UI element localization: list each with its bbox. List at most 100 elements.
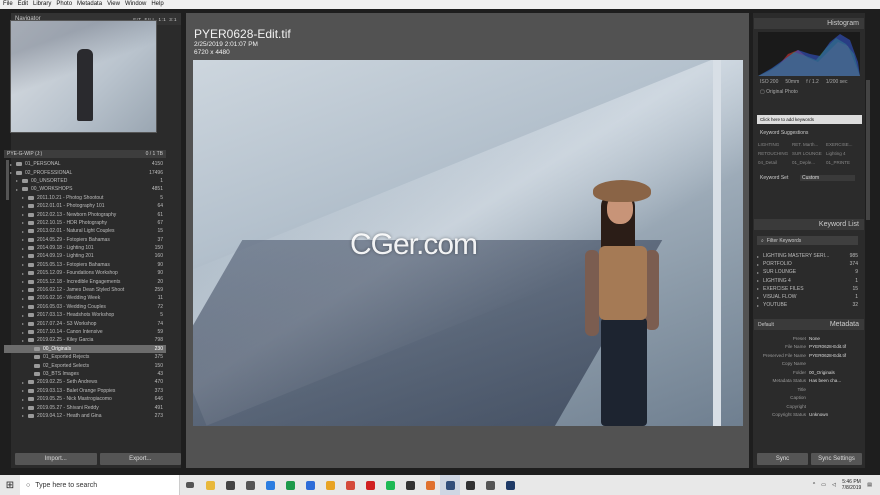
files-icon[interactable] xyxy=(480,475,500,495)
chrome-profile-icon[interactable] xyxy=(340,475,360,495)
keyword-suggestion[interactable]: 01_PRINTE xyxy=(826,160,860,169)
clock[interactable]: 5:46 PM 7/8/2019 xyxy=(842,479,861,491)
folder-row[interactable]: ▸ 2017.07.24 - S3 Workshop 74 xyxy=(4,319,166,327)
menu-photo[interactable]: Photo xyxy=(56,0,72,9)
metadata-value[interactable]: Has been cha... xyxy=(809,378,861,383)
menu-view[interactable]: View xyxy=(107,0,120,9)
sheets-icon[interactable] xyxy=(280,475,300,495)
menu-metadata[interactable]: Metadata xyxy=(77,0,102,9)
keyword-suggestion[interactable]: RETOUCHING xyxy=(758,151,792,160)
tray-arrow-icon[interactable]: ^ xyxy=(813,482,815,488)
folder-row[interactable]: ▸ 2015.05.13 - Fotopiers Bahamas 90 xyxy=(4,261,166,269)
import-button[interactable]: Import... xyxy=(15,453,97,465)
keyword-suggestion[interactable]: RET. Marth... xyxy=(792,142,826,151)
folder-row[interactable]: ▸ 2012.01.01 - Photography 101 64 xyxy=(4,202,166,210)
keyword-suggestion[interactable]: LIGHTING xyxy=(758,142,792,151)
folder-row[interactable]: ▸ 01_PERSONAL 4150 xyxy=(4,160,166,168)
menu-help[interactable]: Help xyxy=(151,0,163,9)
metadata-value[interactable]: PYER0628-Edit.tif xyxy=(809,344,861,349)
folder-row[interactable]: 03_BTS Images 43 xyxy=(4,370,166,378)
folder-row[interactable]: ▸ 2014.05.29 - Fotopiers Bahamas 37 xyxy=(4,236,166,244)
folder-row[interactable]: ▸ 2015.12.09 - Foundations Workshop 90 xyxy=(4,269,166,277)
folder-row[interactable]: ▸ 2016.05.03 - Wedding Couples 72 xyxy=(4,303,166,311)
keyword-row[interactable]: ▸ VISUAL FLOW 1 xyxy=(757,293,861,301)
metadata-value[interactable]: PYER0628-Edit.tif xyxy=(809,353,861,358)
histogram-graph[interactable] xyxy=(758,32,860,76)
keyword-list-header[interactable]: Keyword List xyxy=(754,219,864,230)
menu-window[interactable]: Window xyxy=(125,0,146,9)
folder-row[interactable]: ▸ 2019.02.25 - Seth Andrews 470 xyxy=(4,378,166,386)
folder-row[interactable]: ▸ 2019.05.25 - Nick Mastrogiacomo 646 xyxy=(4,395,166,403)
keyword-input[interactable]: Click here to add keywords xyxy=(757,115,862,124)
docs-icon[interactable] xyxy=(300,475,320,495)
folder-row[interactable]: 02_Exported Selects 150 xyxy=(4,361,166,369)
original-photo-toggle[interactable]: ▢ Original Photo xyxy=(760,89,798,95)
folder-row[interactable]: ▸ 2012.10.15 - HDR Photography 67 xyxy=(4,219,166,227)
metadata-value[interactable]: Unknown xyxy=(809,412,861,417)
navigator-mode-4[interactable]: 3:1 xyxy=(169,17,177,22)
folder-row[interactable]: ▸ 2013.02.01 - Natural Light Couples 15 xyxy=(4,227,166,235)
navigator-preview[interactable] xyxy=(10,20,157,133)
folder-row[interactable]: ▸ 2019.04.12 - Heath and Gina 273 xyxy=(4,412,166,420)
menu-file[interactable]: File xyxy=(3,0,13,9)
navigator-mode-3[interactable]: 1:1 xyxy=(158,17,166,22)
folder-row[interactable]: ▸ 02_PROFESSIONAL 17496 xyxy=(4,168,166,176)
sync-settings-button[interactable]: Sync Settings xyxy=(811,453,862,465)
keyword-row[interactable]: ▸ LIGHTING MASTERY SERI... 985 xyxy=(757,252,861,260)
keyword-suggestion[interactable]: 01_Deple... xyxy=(792,160,826,169)
slides-icon[interactable] xyxy=(320,475,340,495)
folder-row[interactable]: ▸ 2015.12.18 - Incredible Engagements 20 xyxy=(4,277,166,285)
keyword-suggestion[interactable]: SUR LOUNGE xyxy=(792,151,826,160)
histogram-header[interactable]: Histogram xyxy=(754,18,864,29)
right-scrollbar[interactable] xyxy=(866,80,870,220)
keyword-suggestion[interactable]: Lighting 4 xyxy=(826,151,860,160)
metadata-value[interactable]: 00_Originals xyxy=(809,370,861,375)
video-icon[interactable] xyxy=(460,475,480,495)
lightroom-icon[interactable] xyxy=(440,475,460,495)
task-view-icon[interactable] xyxy=(180,475,200,495)
keyword-row[interactable]: ▸ LIGHTING 41 xyxy=(757,277,861,285)
folder-row[interactable]: 00_Originals 230 xyxy=(4,344,166,353)
record-icon[interactable] xyxy=(360,475,380,495)
folder-row[interactable]: ▸ 2019.02.25 - Kiley Garcia 798 xyxy=(4,336,166,344)
folder-row[interactable]: ▸ 2016.02.16 - Wedding Week 11 xyxy=(4,294,166,302)
keyword-row[interactable]: ▸ EXERCISE FILES 15 xyxy=(757,285,861,293)
folders-header[interactable]: PYE-G-WIP (J:) 0 / 1 TB xyxy=(4,150,166,158)
folder-row[interactable]: ▸ 2014.09.19 - Lighting 201 160 xyxy=(4,252,166,260)
folder-row[interactable]: ▸ 2017.03.13 - Headshots Workshop 5 xyxy=(4,311,166,319)
folder-row[interactable]: ▸ 00_WORKSHOPS 4851 xyxy=(4,185,166,193)
volume-icon[interactable]: ◁ xyxy=(832,482,836,488)
menu-edit[interactable]: Edit xyxy=(18,0,28,9)
folder-row[interactable]: ▸ 00_UNSORTED 1 xyxy=(4,177,166,185)
filter-keywords-input[interactable]: ⌕ Filter Keywords xyxy=(757,236,858,245)
folder-row[interactable]: ▸ 2017.10.14 - Canon Intensive 59 xyxy=(4,328,166,336)
taskbar-search[interactable]: ○ Type here to search xyxy=(20,475,180,495)
folder-row[interactable]: 01_Exported Rejects 375 xyxy=(4,353,166,361)
browser-icon[interactable] xyxy=(420,475,440,495)
file-explorer-icon[interactable] xyxy=(200,475,220,495)
chrome-icon[interactable] xyxy=(260,475,280,495)
folder-row[interactable]: ▸ 2011.10.21 - Photog Shootout 5 xyxy=(4,194,166,202)
spotify-icon[interactable] xyxy=(380,475,400,495)
keyword-suggestion[interactable]: EXERCISE... xyxy=(826,142,860,151)
app-icon[interactable] xyxy=(400,475,420,495)
mail-icon[interactable] xyxy=(240,475,260,495)
menu-library[interactable]: Library xyxy=(33,0,51,9)
sync-button[interactable]: Sync xyxy=(757,453,808,465)
folder-row[interactable]: ▸ 2014.09.18 - Lighting 101 150 xyxy=(4,244,166,252)
keyword-set-select[interactable]: Custom xyxy=(800,175,855,181)
preset-select[interactable]: None xyxy=(809,336,861,341)
export-button[interactable]: Export... xyxy=(99,453,181,465)
folder-row[interactable]: ▸ 2016.02.12 - James Dean Styled Shoot 259 xyxy=(4,286,166,294)
notifications-icon[interactable]: ▤ xyxy=(867,482,872,488)
folder-row[interactable]: ▸ 2019.05.27 - Shivani Reddy 491 xyxy=(4,403,166,411)
metadata-header[interactable]: Default Metadata xyxy=(754,319,864,330)
keyword-suggestion[interactable]: 04_Detail xyxy=(758,160,792,169)
store-icon[interactable] xyxy=(220,475,240,495)
network-icon[interactable]: ▭ xyxy=(821,482,826,488)
metadata-preset-left[interactable]: Default xyxy=(758,322,774,328)
folder-row[interactable]: ▸ 2012.02.13 - Newborn Photography 61 xyxy=(4,210,166,218)
keyword-row[interactable]: ▸ SUR LOUNGE 9 xyxy=(757,268,861,276)
keyword-row[interactable]: ▸ PORTFOLIO 374 xyxy=(757,260,861,268)
windows-start-icon[interactable]: ⊞ xyxy=(0,475,20,495)
